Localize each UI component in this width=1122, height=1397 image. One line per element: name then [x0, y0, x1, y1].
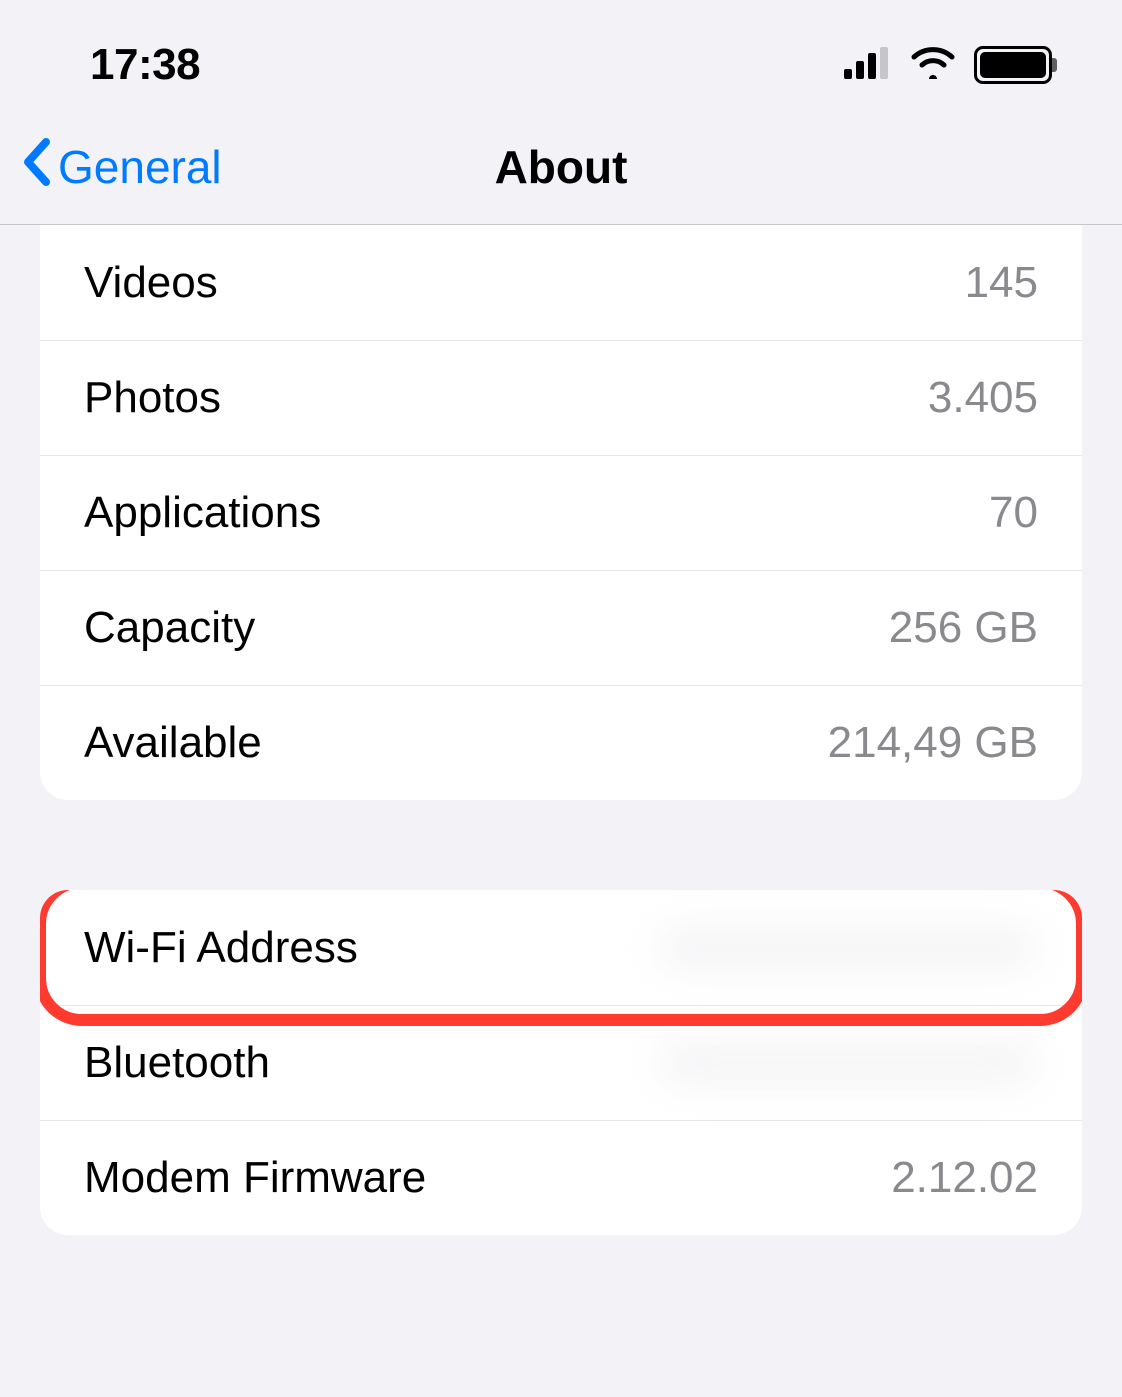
row-label: Applications	[84, 488, 321, 538]
cellular-icon	[844, 40, 892, 90]
status-bar: 17:38	[0, 0, 1122, 110]
chevron-left-icon	[20, 138, 54, 197]
row-label: Available	[84, 718, 262, 768]
row-value-redacted	[658, 926, 1038, 970]
row-videos[interactable]: Videos 145	[40, 225, 1082, 340]
wifi-icon	[910, 40, 956, 90]
back-label: General	[58, 140, 222, 194]
row-value-redacted	[658, 1041, 1038, 1085]
row-value: 2.12.02	[891, 1153, 1038, 1203]
row-value: 70	[989, 488, 1038, 538]
row-value: 214,49 GB	[828, 718, 1038, 768]
row-photos[interactable]: Photos 3.405	[40, 340, 1082, 455]
row-label: Bluetooth	[84, 1038, 270, 1088]
nav-bar: General About	[0, 110, 1122, 225]
row-label: Capacity	[84, 603, 255, 653]
about-group-network: Wi-Fi Address Bluetooth Modem Firmware 2…	[40, 890, 1082, 1235]
row-label: Wi-Fi Address	[84, 923, 358, 973]
battery-icon	[974, 46, 1052, 84]
row-value: 256 GB	[889, 603, 1038, 653]
row-value: 145	[965, 258, 1038, 308]
row-label: Modem Firmware	[84, 1153, 426, 1203]
status-indicators	[844, 40, 1052, 90]
row-applications[interactable]: Applications 70	[40, 455, 1082, 570]
row-wifi-address[interactable]: Wi-Fi Address	[40, 890, 1082, 1005]
content: Videos 145 Photos 3.405 Applications 70 …	[0, 225, 1122, 1235]
row-capacity[interactable]: Capacity 256 GB	[40, 570, 1082, 685]
row-available[interactable]: Available 214,49 GB	[40, 685, 1082, 800]
row-bluetooth[interactable]: Bluetooth	[40, 1005, 1082, 1120]
row-label: Photos	[84, 373, 221, 423]
back-button[interactable]: General	[20, 138, 222, 197]
row-value: 3.405	[928, 373, 1038, 423]
page-title: About	[495, 140, 628, 194]
row-modem-firmware[interactable]: Modem Firmware 2.12.02	[40, 1120, 1082, 1235]
about-group-storage: Videos 145 Photos 3.405 Applications 70 …	[40, 225, 1082, 800]
status-time: 17:38	[90, 40, 200, 90]
row-label: Videos	[84, 258, 218, 308]
